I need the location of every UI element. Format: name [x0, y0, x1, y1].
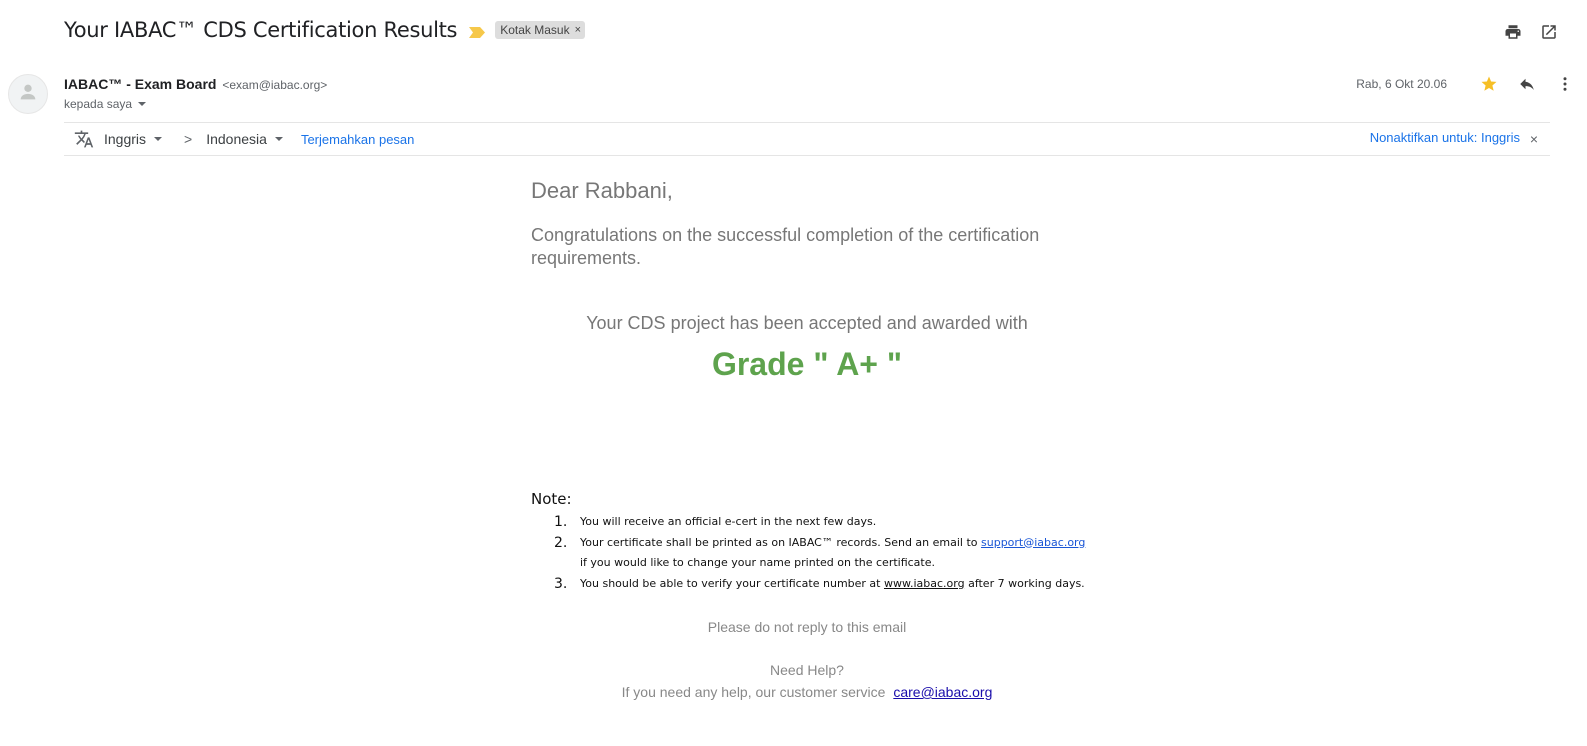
sender-line: IABAC™ - Exam Board <exam@iabac.org> — [64, 76, 327, 92]
sender-email: <exam@iabac.org> — [222, 78, 328, 92]
importance-marker-icon[interactable] — [469, 25, 486, 38]
note-text: You will receive an official e-cert in t… — [580, 515, 877, 528]
print-icon[interactable] — [1503, 22, 1523, 42]
need-help-heading: Need Help? — [770, 662, 844, 678]
note-text: Your certificate shall be printed as on … — [580, 535, 982, 549]
translate-bar: Inggris > Indonesia Terjemahkan pesan No… — [64, 122, 1550, 156]
note-list: 1. You will receive an official e-cert i… — [531, 512, 1091, 594]
chevron-down-icon[interactable] — [138, 102, 147, 106]
source-language-dropdown[interactable]: Inggris — [104, 131, 163, 147]
list-item: 1. You will receive an official e-cert i… — [531, 512, 1091, 533]
recipient-details-toggle[interactable]: kepada saya — [64, 97, 147, 111]
list-item: 3. You should be able to verify your cer… — [531, 574, 1091, 595]
disable-translation-link[interactable]: Nonaktifkan untuk: Inggris — [1370, 130, 1520, 145]
target-language-label: Indonesia — [206, 131, 267, 147]
message-date: Rab, 6 Okt 20.06 — [1356, 77, 1447, 91]
note-text: after 7 working days. — [964, 576, 1085, 590]
noreply-text: Please do not reply to this email — [707, 619, 907, 635]
grade-text: Grade " A+ " — [711, 346, 903, 382]
top-actions — [1503, 22, 1559, 42]
iabac-website-link[interactable]: www.iabac.org — [884, 577, 965, 590]
sender-avatar[interactable] — [8, 74, 48, 114]
chevron-down-icon — [274, 137, 283, 141]
chevron-right-icon: > — [184, 131, 193, 147]
note-title: Note: — [531, 490, 572, 508]
label-chip-text: Kotak Masuk — [500, 23, 570, 37]
recipient-text: kepada saya — [64, 97, 133, 111]
chevron-down-icon — [154, 137, 163, 141]
open-in-new-window-icon[interactable] — [1539, 22, 1559, 42]
congrats-text: Congratulations on the successful comple… — [531, 225, 1040, 268]
note-text: You should be able to verify your certif… — [580, 576, 884, 590]
support-email-link[interactable]: support@iabac.org — [981, 536, 1085, 549]
note-number: 1. — [554, 514, 568, 530]
target-language-dropdown[interactable]: Indonesia — [206, 131, 283, 147]
reply-icon[interactable] — [1517, 74, 1537, 94]
greeting: Dear Rabbani, — [531, 178, 673, 203]
source-language-label: Inggris — [104, 131, 147, 147]
translate-icon — [74, 129, 94, 149]
note-text: if you would like to change your name pr… — [580, 556, 936, 569]
label-chip-remove-button[interactable]: × — [575, 24, 581, 36]
email-subject: Your IABAC™ CDS Certification Results — [64, 18, 458, 42]
message-meta: Rab, 6 Okt 20.06 — [1356, 74, 1575, 94]
sender-name[interactable]: IABAC™ - Exam Board — [64, 76, 216, 92]
subject-row: Your IABAC™ CDS Certification Results Ko… — [64, 18, 586, 42]
translate-message-link[interactable]: Terjemahkan pesan — [301, 132, 414, 147]
star-icon[interactable] — [1479, 74, 1499, 94]
care-email-link[interactable]: care@iabac.org — [893, 684, 992, 700]
list-item: 2. Your certificate shall be printed as … — [531, 533, 1091, 574]
help-line: If you need any help, our customer servi… — [531, 684, 1083, 700]
awarded-text: Your CDS project has been accepted and a… — [586, 313, 1028, 333]
note-number: 3. — [554, 575, 568, 592]
help-text: If you need any help, our customer servi… — [621, 684, 886, 700]
default-avatar-icon — [17, 81, 39, 108]
more-vert-icon[interactable] — [1555, 74, 1575, 94]
close-translate-bar-button[interactable]: × — [1530, 131, 1538, 147]
note-number: 2. — [554, 534, 568, 551]
label-chip-inbox[interactable]: Kotak Masuk × — [495, 21, 586, 39]
